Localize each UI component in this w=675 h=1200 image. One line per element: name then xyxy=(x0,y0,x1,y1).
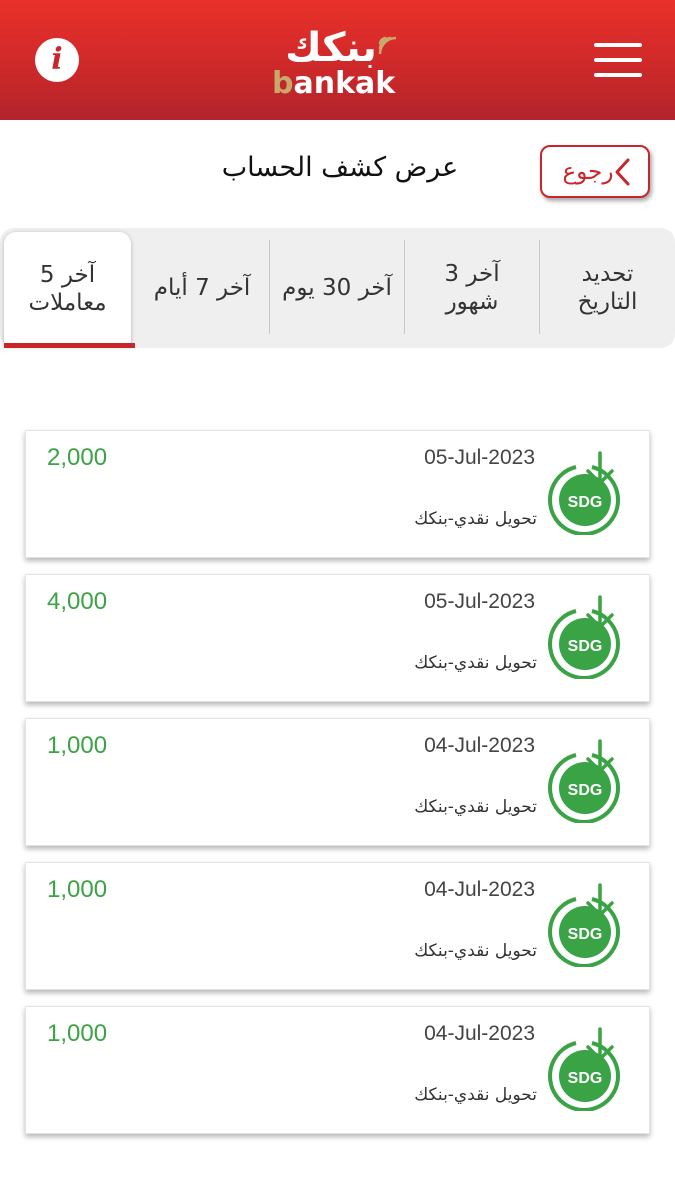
transaction-description: تحويل نقدي-بنكك xyxy=(414,941,537,961)
svg-text:SDG: SDG xyxy=(568,926,603,943)
hamburger-menu-icon xyxy=(594,43,642,47)
transaction-card[interactable]: 1,000 04-Jul-2023 تحويل نقدي-بنكك SDG xyxy=(25,718,650,846)
tab-last-30-days[interactable]: آخر 30 يوم xyxy=(270,228,404,348)
sdg-incoming-icon: SDG xyxy=(548,739,620,823)
transaction-date: 04-Jul-2023 xyxy=(424,734,535,757)
sdg-incoming-icon: SDG xyxy=(548,883,620,967)
transaction-description: تحويل نقدي-بنكك xyxy=(414,1085,537,1105)
back-button[interactable]: رجوع xyxy=(540,145,650,198)
page-title: عرض كشف الحساب xyxy=(221,152,459,183)
tab-last-7-days[interactable]: آخر 7 أيام xyxy=(136,228,268,348)
svg-text:SDG: SDG xyxy=(568,638,603,655)
active-tab-indicator xyxy=(4,343,135,348)
info-button[interactable]: i xyxy=(35,38,79,82)
tab-last-3-months[interactable]: آخر 3 شهور xyxy=(405,228,539,348)
app-header: i بنكك bankak xyxy=(0,0,675,120)
logo-arabic-text: بنكك xyxy=(285,25,377,71)
transaction-description: تحويل نقدي-بنكك xyxy=(414,797,537,817)
bankak-logo: بنكك bankak xyxy=(258,26,408,104)
transaction-date: 05-Jul-2023 xyxy=(424,590,535,613)
transaction-card[interactable]: 1,000 04-Jul-2023 تحويل نقدي-بنكك SDG xyxy=(25,1006,650,1134)
transaction-amount: 4,000 xyxy=(47,588,108,615)
signal-waves-icon xyxy=(378,36,397,54)
transaction-amount: 1,000 xyxy=(47,732,108,759)
info-icon: i xyxy=(51,42,63,77)
transaction-card[interactable]: 4,000 05-Jul-2023 تحويل نقدي-بنكك SDG xyxy=(25,574,650,702)
transaction-amount: 1,000 xyxy=(47,1020,108,1047)
transaction-date: 04-Jul-2023 xyxy=(424,1022,535,1045)
chevron-left-icon xyxy=(615,158,630,185)
back-button-label: رجوع xyxy=(562,158,614,185)
tab-last-5-transactions[interactable]: آخر 5 معاملات xyxy=(4,232,131,346)
sdg-incoming-icon: SDG xyxy=(548,1027,620,1111)
sdg-incoming-icon: SDG xyxy=(548,451,620,535)
sdg-incoming-icon: SDG xyxy=(548,595,620,679)
tab-select-date[interactable]: تحديد التاريخ xyxy=(540,228,675,348)
period-tabs: آخر 5 معاملات آخر 7 أيام آخر 30 يوم آخر 3… xyxy=(0,228,675,348)
transaction-card[interactable]: 2,000 05-Jul-2023 تحويل نقدي-بنكك SDG xyxy=(25,430,650,558)
transaction-date: 04-Jul-2023 xyxy=(424,878,535,901)
transaction-description: تحويل نقدي-بنكك xyxy=(414,653,537,673)
hamburger-menu-button[interactable] xyxy=(594,43,642,77)
svg-text:SDG: SDG xyxy=(568,782,603,799)
transaction-description: تحويل نقدي-بنكك xyxy=(414,509,537,529)
logo-latin-text: bankak xyxy=(272,66,396,101)
svg-text:SDG: SDG xyxy=(568,494,603,511)
svg-text:SDG: SDG xyxy=(568,1070,603,1087)
transaction-date: 05-Jul-2023 xyxy=(424,446,535,469)
transaction-card[interactable]: 1,000 04-Jul-2023 تحويل نقدي-بنكك SDG xyxy=(25,862,650,990)
transaction-amount: 1,000 xyxy=(47,876,108,903)
transaction-amount: 2,000 xyxy=(47,444,108,471)
